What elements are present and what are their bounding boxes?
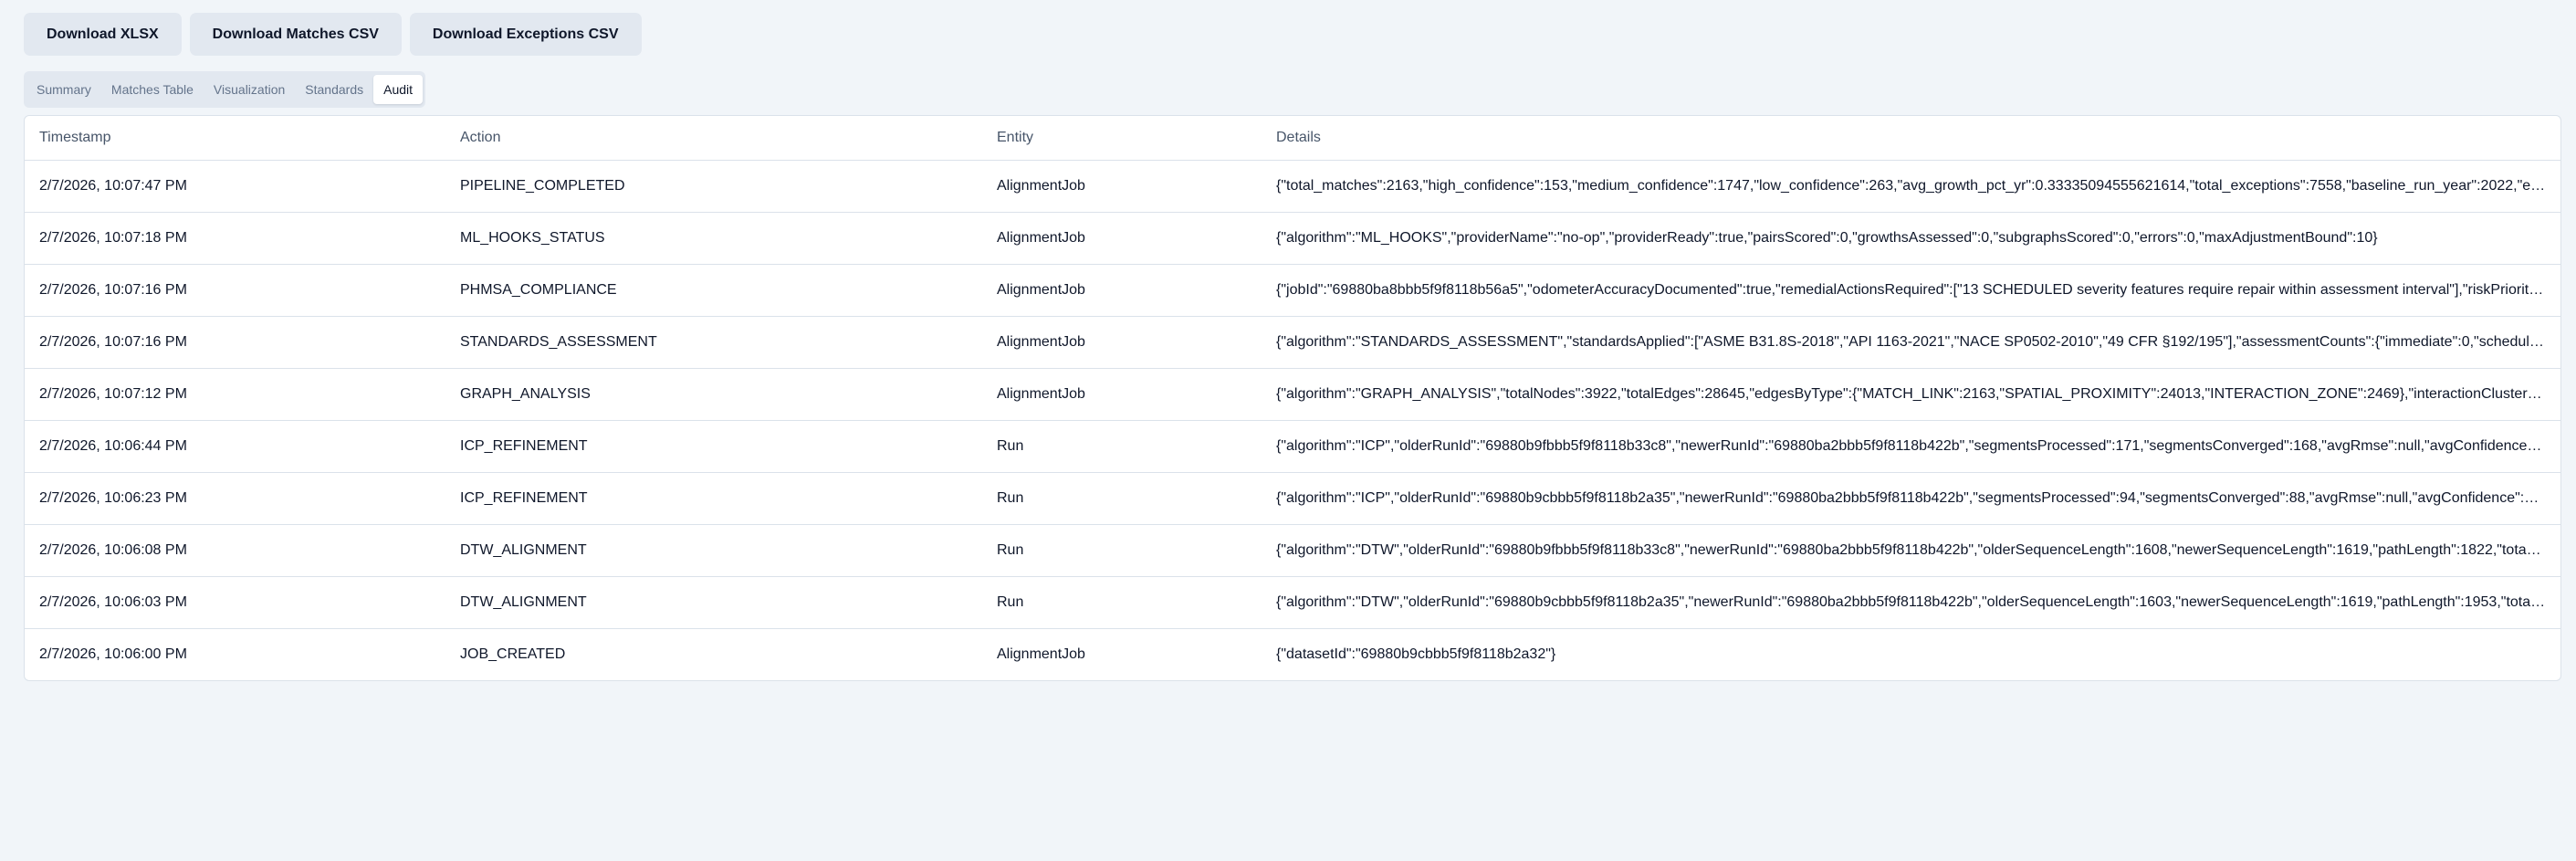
details-cell: {"total_matches":2163,"high_confidence":… (1262, 160, 2560, 213)
entity-cell: AlignmentJob (997, 646, 1085, 662)
entity-cell: Run (982, 576, 1262, 629)
download-exceptions-csv-button[interactable]: Download Exceptions CSV (409, 13, 642, 56)
tab-standards[interactable]: Standards (295, 75, 373, 104)
action-cell: ML_HOOKS_STATUS (445, 212, 982, 265)
table-row: 2/7/2026, 10:07:18 PM ML_HOOKS_STATUS Al… (25, 212, 2560, 265)
entity-cell: Run (982, 524, 1262, 577)
tab-audit[interactable]: Audit (373, 75, 424, 104)
details-cell: {"algorithm":"DTW","olderRunId":"69880b9… (1262, 524, 2560, 577)
entity-cell: AlignmentJob (982, 160, 1262, 213)
download-toolbar: Download XLSX Download Matches CSV Downl… (24, 13, 642, 56)
action-cell: ICP_REFINEMENT (445, 420, 982, 473)
audit-table-header-row: Timestamp Action Entity Details (25, 116, 2560, 161)
timestamp-cell: 2/7/2026, 10:06:00 PM (39, 646, 187, 662)
timestamp-cell: 2/7/2026, 10:07:47 PM (25, 160, 445, 213)
tab-matches-table[interactable]: Matches Table (101, 75, 204, 104)
action-cell: JOB_CREATED (460, 646, 566, 662)
entity-cell: Run (982, 472, 1262, 525)
audit-table: Timestamp Action Entity Details 2/7/2026… (25, 116, 2560, 680)
table-row: 2/7/2026, 10:06:08 PM DTW_ALIGNMENT Run … (25, 524, 2560, 577)
table-row: 2/7/2026, 10:06:00 PM JOB_CREATED Alignm… (25, 628, 2560, 680)
entity-cell: Run (982, 420, 1262, 473)
action-cell: PHMSA_COMPLIANCE (445, 264, 982, 317)
download-matches-csv-button[interactable]: Download Matches CSV (189, 13, 402, 56)
tab-bar: Summary Matches Table Visualization Stan… (24, 71, 426, 108)
table-row: 2/7/2026, 10:06:03 PM DTW_ALIGNMENT Run … (25, 576, 2560, 629)
action-cell: GRAPH_ANALYSIS (445, 368, 982, 421)
entity-cell: AlignmentJob (982, 212, 1262, 265)
column-header-details: Details (1262, 116, 2560, 161)
timestamp-cell: 2/7/2026, 10:06:03 PM (25, 576, 445, 629)
action-cell: DTW_ALIGNMENT (445, 524, 982, 577)
details-cell: {"algorithm":"GRAPH_ANALYSIS","totalNode… (1262, 368, 2560, 421)
timestamp-cell: 2/7/2026, 10:06:08 PM (25, 524, 445, 577)
details-cell: {"algorithm":"ICP","olderRunId":"69880b9… (1262, 472, 2560, 525)
details-cell: {"algorithm":"DTW","olderRunId":"69880b9… (1262, 576, 2560, 629)
table-row: 2/7/2026, 10:06:23 PM ICP_REFINEMENT Run… (25, 472, 2560, 525)
table-row: 2/7/2026, 10:07:12 PM GRAPH_ANALYSIS Ali… (25, 368, 2560, 421)
details-cell: {"jobId":"69880ba8bbb5f9f8118b56a5","odo… (1262, 264, 2560, 317)
timestamp-cell: 2/7/2026, 10:07:16 PM (25, 264, 445, 317)
details-cell: {"datasetId":"69880b9cbbb5f9f8118b2a32"} (1276, 646, 1556, 662)
timestamp-cell: 2/7/2026, 10:07:18 PM (25, 212, 445, 265)
tab-summary[interactable]: Summary (26, 75, 101, 104)
timestamp-cell: 2/7/2026, 10:06:44 PM (25, 420, 445, 473)
table-row: 2/7/2026, 10:07:16 PM STANDARDS_ASSESSME… (25, 316, 2560, 369)
column-header-entity: Entity (982, 116, 1262, 161)
timestamp-cell: 2/7/2026, 10:07:12 PM (25, 368, 445, 421)
tab-visualization[interactable]: Visualization (204, 75, 295, 104)
action-cell: ICP_REFINEMENT (445, 472, 982, 525)
timestamp-cell: 2/7/2026, 10:06:23 PM (25, 472, 445, 525)
entity-cell: AlignmentJob (982, 316, 1262, 369)
timestamp-cell: 2/7/2026, 10:07:16 PM (25, 316, 445, 369)
action-cell: PIPELINE_COMPLETED (445, 160, 982, 213)
download-xlsx-button[interactable]: Download XLSX (24, 13, 182, 56)
details-cell: {"algorithm":"STANDARDS_ASSESSMENT","sta… (1262, 316, 2560, 369)
entity-cell: AlignmentJob (982, 368, 1262, 421)
audit-table-card: Timestamp Action Entity Details 2/7/2026… (24, 115, 2561, 681)
action-cell: DTW_ALIGNMENT (445, 576, 982, 629)
table-row: 2/7/2026, 10:06:44 PM ICP_REFINEMENT Run… (25, 420, 2560, 473)
entity-cell: AlignmentJob (982, 264, 1262, 317)
column-header-timestamp: Timestamp (25, 116, 445, 161)
details-cell: {"algorithm":"ML_HOOKS","providerName":"… (1262, 212, 2560, 265)
action-cell: STANDARDS_ASSESSMENT (445, 316, 982, 369)
table-row: 2/7/2026, 10:07:47 PM PIPELINE_COMPLETED… (25, 160, 2560, 213)
column-header-action: Action (445, 116, 982, 161)
details-cell: {"algorithm":"ICP","olderRunId":"69880b9… (1262, 420, 2560, 473)
table-row: 2/7/2026, 10:07:16 PM PHMSA_COMPLIANCE A… (25, 264, 2560, 317)
